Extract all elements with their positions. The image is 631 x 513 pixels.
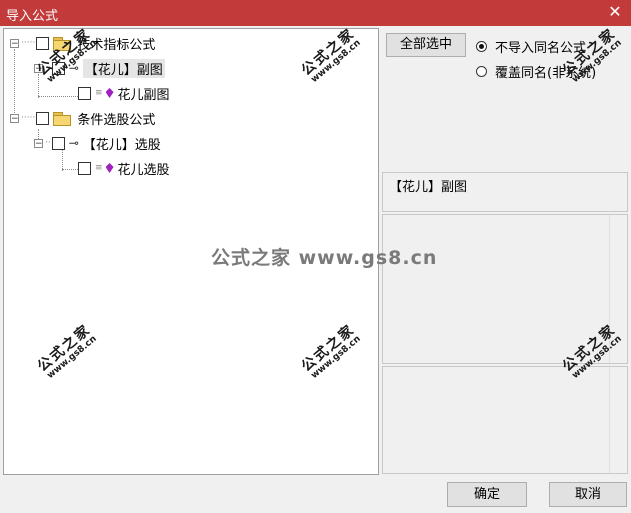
cancel-button[interactable]: 取消: [549, 482, 627, 507]
formula-detail-panel[interactable]: [382, 366, 628, 474]
window-title: 导入公式: [6, 9, 59, 24]
select-all-button[interactable]: 全部选中: [386, 33, 466, 57]
collapse-icon[interactable]: −: [10, 38, 19, 48]
tree-checkbox[interactable]: [36, 111, 50, 125]
title-bar: 导入公式 ✕: [0, 0, 631, 26]
tree-checkbox[interactable]: [78, 86, 91, 100]
connector-dash: ·····: [21, 38, 36, 48]
tree-node-label: 花儿副图: [117, 87, 170, 103]
tree-node-label: 条件选股公式: [77, 112, 156, 128]
collapse-icon[interactable]: −: [34, 138, 43, 148]
tree-node-label: 【花儿】选股: [82, 137, 161, 153]
radio-button[interactable]: [476, 41, 487, 52]
tree-checkbox[interactable]: [51, 136, 65, 150]
ok-button[interactable]: 确定: [447, 482, 527, 507]
radio-button[interactable]: [476, 66, 487, 77]
tree-node-formula[interactable]: − ·· ⊸ 【花儿】选股: [34, 132, 161, 154]
connector-dash: ·····: [21, 113, 36, 123]
scrollbar[interactable]: [609, 367, 627, 473]
connector-dash: ≡: [95, 163, 103, 173]
tree-node-label: 【花儿】副图: [82, 58, 165, 78]
gem-icon: [105, 163, 114, 173]
gem-icon: [105, 88, 114, 98]
formula-name-text: 【花儿】副图: [389, 180, 468, 195]
tree-connector: [38, 96, 80, 97]
tree-checkbox[interactable]: [36, 36, 50, 50]
radio-label: 不导入同名公式: [495, 41, 587, 56]
watermark-center: 公式之家 www.gs8.cn: [211, 247, 438, 269]
close-icon[interactable]: ✕: [605, 2, 625, 22]
key-icon: ⊸: [68, 136, 79, 150]
tree-node-folder[interactable]: − ····· 条件选股公式: [10, 107, 155, 129]
formula-name-panel: 【花儿】副图: [382, 172, 628, 212]
folder-icon: [53, 111, 72, 126]
tree-node-item[interactable]: ≡ 花儿副图: [78, 82, 170, 104]
radio-skip-duplicates[interactable]: 不导入同名公式: [476, 37, 586, 56]
connector-dash: ··: [45, 138, 51, 148]
tree-node-label: 花儿选股: [117, 162, 170, 178]
connector-dash: ≡: [95, 88, 103, 98]
tree-checkbox[interactable]: [78, 161, 91, 175]
tree-node-item[interactable]: ≡ 花儿选股: [78, 157, 170, 179]
collapse-icon[interactable]: −: [10, 113, 19, 123]
